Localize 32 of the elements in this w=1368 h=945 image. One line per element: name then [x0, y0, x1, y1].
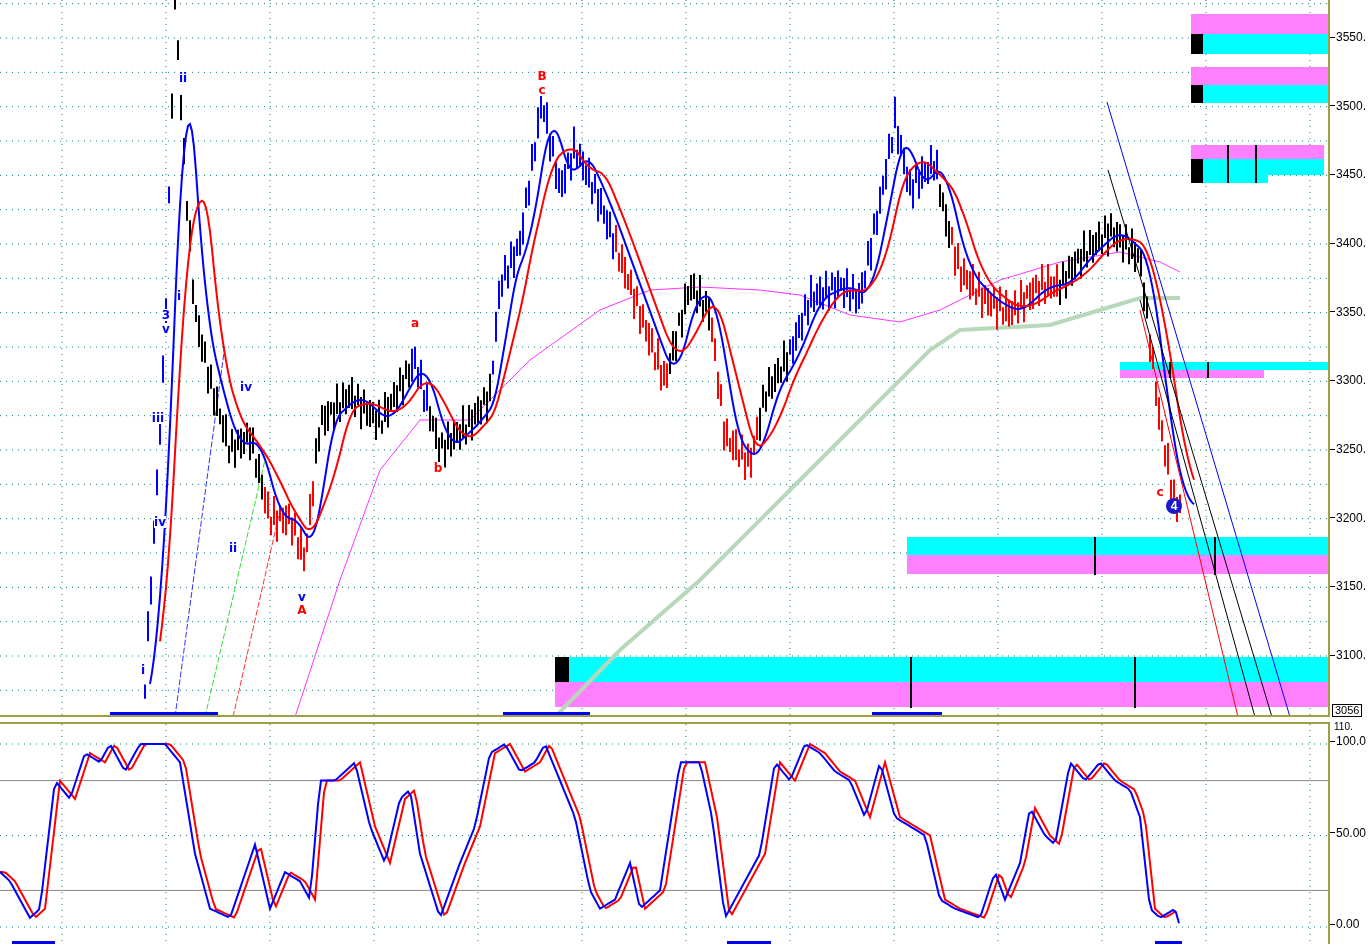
wave-label: b [433, 462, 443, 474]
axis-label: 3100. [1336, 648, 1367, 662]
axis-label: 3200. [1336, 510, 1367, 525]
axis-label: 50.00 [1336, 825, 1367, 840]
axis-label: 3500. [1336, 98, 1367, 113]
wave-label: B [537, 70, 547, 82]
axis-label: 100.0 [1336, 734, 1367, 748]
wave-label: a [410, 317, 420, 329]
wave-label: c [1156, 486, 1164, 498]
axis-label: 110. [1334, 722, 1353, 732]
wave-label: iv [240, 381, 252, 393]
axis-label: 0.00 [1336, 917, 1360, 931]
axis-label: 3400. [1336, 236, 1367, 250]
wave-label: v [162, 323, 170, 335]
axis-label: 3450. [1336, 167, 1367, 182]
wave-label: v [298, 591, 306, 603]
axis-label: 3250. [1336, 442, 1367, 456]
axis-label: 3550. [1336, 30, 1367, 44]
wave-label: ii [228, 542, 238, 554]
wave-marker: 4 [1166, 498, 1182, 514]
axis-label: 3350. [1336, 304, 1367, 319]
wave-label: 3 [161, 309, 171, 321]
wave-label: iv [154, 516, 166, 528]
wave-label: i [176, 290, 182, 302]
wave-label: i [140, 664, 146, 676]
axis-label: 3300. [1336, 373, 1367, 388]
wave-label: c [538, 84, 546, 96]
wave-label: A [297, 604, 307, 616]
wave-label: ii [178, 72, 188, 84]
axis-label: 3150. [1336, 579, 1367, 594]
wave-label: iii [151, 412, 165, 424]
last-value-label: 3056 [1332, 704, 1363, 717]
